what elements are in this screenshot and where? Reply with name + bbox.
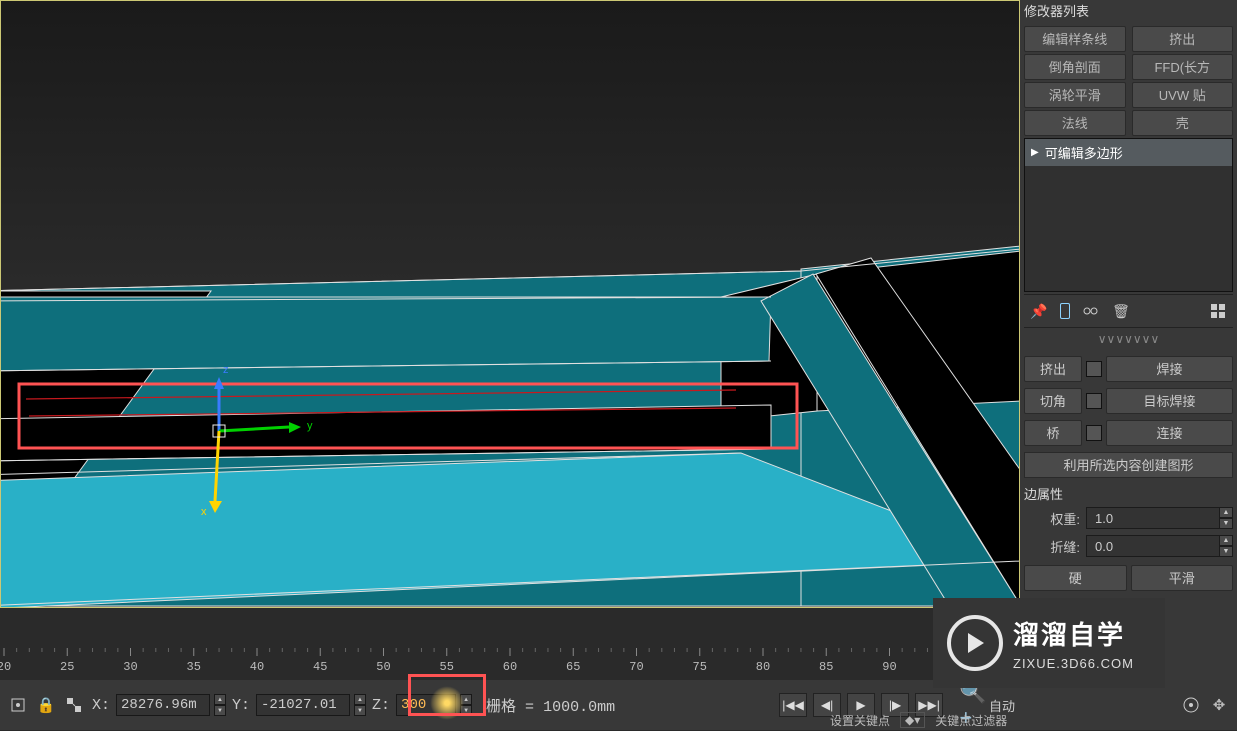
mod-turbosmooth[interactable]: 涡轮平滑 xyxy=(1024,82,1126,108)
mod-ffd-box[interactable]: FFD(长方 xyxy=(1132,54,1234,80)
viewport[interactable]: x y z xyxy=(0,0,1020,608)
pin-icon[interactable]: 📌 xyxy=(1030,302,1048,320)
edge-chamfer-opts[interactable] xyxy=(1086,393,1102,409)
configure-icon[interactable] xyxy=(1209,302,1227,320)
stack-editable-poly[interactable]: ▶ 可编辑多边形 xyxy=(1025,139,1232,166)
mod-normal[interactable]: 法线 xyxy=(1024,110,1126,136)
svg-text:80: 80 xyxy=(756,660,770,674)
set-key-label[interactable]: 设置关键点 xyxy=(830,712,890,729)
svg-text:70: 70 xyxy=(629,660,643,674)
crease-row: 折缝: 0.0 ▲ ▼ xyxy=(1024,535,1233,557)
edge-ops-row-1: 切角 目标焊接 xyxy=(1024,388,1233,414)
annotation-click-dot xyxy=(430,686,464,720)
z-label: Z: xyxy=(370,697,392,714)
maximize-viewport-icon[interactable] xyxy=(6,693,30,717)
edge-weld-trunc-button[interactable]: 焊接 xyxy=(1106,356,1233,382)
weight-row: 权重: 1.0 ▲ ▼ xyxy=(1024,507,1233,529)
modifier-stack[interactable]: ▶ 可编辑多边形 xyxy=(1024,138,1233,292)
svg-text:35: 35 xyxy=(187,660,201,674)
expand-icon[interactable]: ▶ xyxy=(1031,147,1039,158)
x-input[interactable]: 28276.96m xyxy=(116,694,210,716)
svg-text:55: 55 xyxy=(440,660,454,674)
scroll-indicator: ∨∨∨∨∨∨∨ xyxy=(1024,330,1233,350)
svg-text:x: x xyxy=(201,506,207,518)
scene: x y z xyxy=(1,1,1020,608)
watermark-title: 溜溜自学 xyxy=(1013,615,1134,652)
x-label: X: xyxy=(90,697,112,714)
stack-item-label: 可编辑多边形 xyxy=(1045,143,1123,162)
mod-shell[interactable]: 壳 xyxy=(1132,110,1234,136)
key-type-icon[interactable]: ◆▾ xyxy=(900,712,925,728)
x-spin-up[interactable]: ▲ xyxy=(214,694,226,705)
edge-smooth-button[interactable]: 平滑 xyxy=(1131,565,1234,591)
modifier-list-label: 修改器列表 xyxy=(1024,0,1233,24)
svg-text:25: 25 xyxy=(60,660,74,674)
watermark: 溜溜自学 ZIXUE.3D66.COM xyxy=(933,598,1165,688)
crease-label: 折缝: xyxy=(1038,537,1080,556)
mod-edit-spline[interactable]: 编辑样条线 xyxy=(1024,26,1126,52)
y-input[interactable]: -21027.01 xyxy=(256,694,350,716)
create-shape-button[interactable]: 利用所选内容创建图形 xyxy=(1024,452,1233,478)
svg-text:50: 50 xyxy=(376,660,390,674)
edge-bridge-button[interactable]: 桥 xyxy=(1024,420,1082,446)
svg-text:65: 65 xyxy=(566,660,580,674)
mod-bevel-profile[interactable]: 倒角剖面 xyxy=(1024,54,1126,80)
crease-spin-up[interactable]: ▲ xyxy=(1219,535,1233,546)
crease-spin-down[interactable]: ▼ xyxy=(1219,546,1233,557)
svg-text:85: 85 xyxy=(819,660,833,674)
svg-text:y: y xyxy=(307,420,313,432)
svg-text:40: 40 xyxy=(250,660,264,674)
x-spin-down[interactable]: ▼ xyxy=(214,705,226,716)
key-filter-label[interactable]: 关键点过滤器 xyxy=(935,712,1007,729)
y-spin-down[interactable]: ▼ xyxy=(354,705,366,716)
watermark-url: ZIXUE.3D66.COM xyxy=(1013,656,1134,671)
svg-text:45: 45 xyxy=(313,660,327,674)
grid-readout: 栅格 = 1000.0mm xyxy=(486,695,615,716)
edge-chamfer-button[interactable]: 切角 xyxy=(1024,388,1082,414)
hard-smooth-row: 硬 平滑 xyxy=(1024,565,1233,591)
sub-bottom-row: 设置关键点 ◆▾ 关键点过滤器 xyxy=(830,710,1007,730)
watermark-logo xyxy=(947,615,1003,671)
weight-spin-down[interactable]: ▼ xyxy=(1219,518,1233,529)
edge-ops-row-0: 挤出 焊接 xyxy=(1024,356,1233,382)
edge-ops-row-2: 桥 连接 xyxy=(1024,420,1233,446)
make-unique-icon[interactable] xyxy=(1082,302,1100,320)
show-end-result-icon[interactable] xyxy=(1060,303,1070,319)
edge-hard-button[interactable]: 硬 xyxy=(1024,565,1127,591)
weight-input[interactable]: 1.0 xyxy=(1086,507,1219,529)
edge-prop-title: 边属性 xyxy=(1024,480,1233,505)
edge-extrude-opts[interactable] xyxy=(1086,361,1102,377)
svg-text:75: 75 xyxy=(693,660,707,674)
edge-connect-button[interactable]: 连接 xyxy=(1106,420,1233,446)
crease-input[interactable]: 0.0 xyxy=(1086,535,1219,557)
mod-extrude[interactable]: 挤出 xyxy=(1132,26,1234,52)
selection-set-icon[interactable] xyxy=(62,693,86,717)
stack-tool-row: 📌 🗑 xyxy=(1024,294,1233,328)
pan-icon[interactable]: ✥ xyxy=(1207,693,1231,717)
edge-bridge-opts[interactable] xyxy=(1086,425,1102,441)
svg-text:60: 60 xyxy=(503,660,517,674)
weight-spin-up[interactable]: ▲ xyxy=(1219,507,1233,518)
svg-text:90: 90 xyxy=(882,660,896,674)
edge-target-weld-button[interactable]: 目标焊接 xyxy=(1106,388,1233,414)
y-label: Y: xyxy=(230,697,252,714)
goto-start-button[interactable]: |◀◀ xyxy=(779,693,807,717)
weight-label: 权重: xyxy=(1038,509,1080,528)
y-spin-up[interactable]: ▲ xyxy=(354,694,366,705)
orbit-icon[interactable] xyxy=(1179,693,1203,717)
lock-icon[interactable]: 🔒 xyxy=(34,693,58,717)
remove-icon[interactable]: 🗑 xyxy=(1112,302,1130,320)
timeline[interactable]: 20253035404550556065707580859095100 xyxy=(0,630,1020,680)
svg-text:20: 20 xyxy=(0,660,11,674)
svg-text:z: z xyxy=(223,364,229,376)
mod-uvw-map[interactable]: UVW 贴 xyxy=(1132,82,1234,108)
svg-text:30: 30 xyxy=(123,660,137,674)
edge-extrude-button[interactable]: 挤出 xyxy=(1024,356,1082,382)
